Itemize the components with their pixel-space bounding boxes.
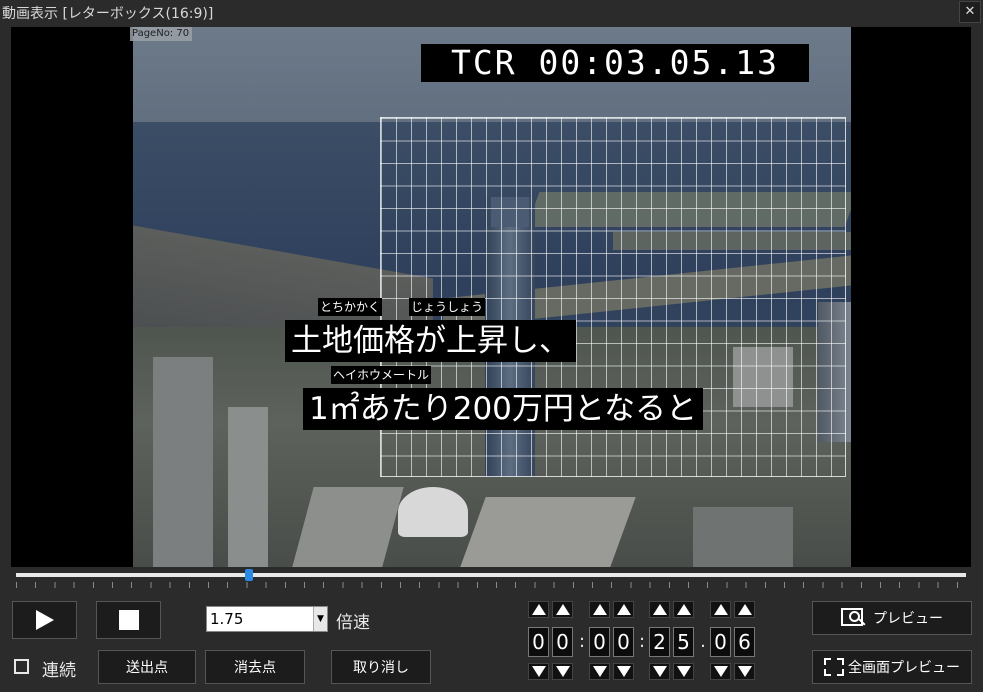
- timecode-separator: :: [578, 631, 586, 652]
- up-arrow-icon[interactable]: [734, 601, 755, 618]
- down-arrow-icon[interactable]: [734, 663, 755, 680]
- fullscreen-preview-button[interactable]: 全画面プレビュー: [812, 650, 972, 684]
- up-arrow-icon[interactable]: [649, 601, 670, 618]
- down-arrow-icon[interactable]: [649, 663, 670, 680]
- seek-ticks: [16, 582, 966, 588]
- up-arrow-icon[interactable]: [552, 601, 573, 618]
- subtitle-line-2: 1㎡あたり200万円となると: [303, 388, 703, 430]
- scene-dome: [398, 487, 468, 537]
- timecode-digit[interactable]: 0: [710, 627, 731, 657]
- up-arrow-icon[interactable]: [673, 601, 694, 618]
- dropdown-arrow-icon[interactable]: ▼: [313, 607, 327, 631]
- video-frame: TCR 00:03.05.13 とちかかく じょうしょう 土地価格が上昇し、 ヘ…: [133, 27, 851, 567]
- timecode-digit[interactable]: 2: [649, 627, 670, 657]
- preview-button[interactable]: プレビュー: [812, 601, 972, 635]
- page-number: PageNo: 70: [130, 27, 192, 41]
- speed-value: 1.75: [210, 610, 244, 628]
- timecode-digit[interactable]: 0: [528, 627, 549, 657]
- timecode-separator: .: [700, 631, 706, 652]
- scene-building: [153, 357, 213, 567]
- down-arrow-icon[interactable]: [552, 663, 573, 680]
- down-arrow-icon[interactable]: [613, 663, 634, 680]
- subtitle-ruby: とちかかく: [318, 298, 383, 316]
- timecode-digit[interactable]: 0: [552, 627, 573, 657]
- scene-building: [693, 507, 793, 567]
- fullscreen-icon: [824, 658, 844, 676]
- up-arrow-icon[interactable]: [589, 601, 610, 618]
- seek-thumb[interactable]: [244, 569, 253, 581]
- down-arrow-icon[interactable]: [710, 663, 731, 680]
- speed-select[interactable]: 1.75 ▼: [206, 606, 328, 632]
- timecode-separator: :: [638, 631, 646, 652]
- up-arrow-icon[interactable]: [528, 601, 549, 618]
- scene-building: [228, 407, 268, 567]
- close-icon: ✕: [964, 4, 976, 19]
- scene-warehouse: [460, 497, 636, 567]
- cancel-button[interactable]: 取り消し: [331, 650, 431, 684]
- send-point-label: 送出点: [126, 660, 168, 676]
- timecode-digit[interactable]: 0: [589, 627, 610, 657]
- window-title: 動画表示 [レターボックス(16:9)]: [2, 6, 214, 22]
- title-bar: 動画表示 [レターボックス(16:9)] ✕: [0, 0, 983, 26]
- timecode-digit[interactable]: 0: [613, 627, 634, 657]
- down-arrow-icon[interactable]: [589, 663, 610, 680]
- play-icon: [35, 610, 54, 630]
- video-display: TCR 00:03.05.13 とちかかく じょうしょう 土地価格が上昇し、 ヘ…: [11, 27, 971, 567]
- play-button[interactable]: [12, 601, 77, 639]
- seek-bar[interactable]: [16, 569, 966, 581]
- subtitle-ruby: じょうしょう: [409, 298, 486, 316]
- up-arrow-icon[interactable]: [613, 601, 634, 618]
- tcr-timecode: TCR 00:03.05.13: [421, 44, 809, 82]
- down-arrow-icon[interactable]: [673, 663, 694, 680]
- preview-magnifier-icon: [841, 608, 869, 628]
- cancel-label: 取り消し: [353, 660, 409, 676]
- up-arrow-icon[interactable]: [710, 601, 731, 618]
- timecode-digit[interactable]: 5: [673, 627, 694, 657]
- stop-icon: [118, 610, 139, 630]
- speed-label: 倍速: [336, 613, 370, 633]
- preview-label: プレビュー: [873, 611, 943, 627]
- subtitle-line-1: 土地価格が上昇し、: [285, 320, 576, 362]
- timecode-digit[interactable]: 6: [734, 627, 755, 657]
- erase-point-button[interactable]: 消去点: [205, 650, 305, 684]
- send-point-button[interactable]: 送出点: [98, 650, 196, 684]
- stop-button[interactable]: [96, 601, 161, 639]
- fullscreen-preview-label: 全画面プレビュー: [848, 660, 960, 676]
- subtitle-ruby: ヘイホウメートル: [331, 366, 432, 384]
- down-arrow-icon[interactable]: [528, 663, 549, 680]
- erase-point-label: 消去点: [234, 660, 276, 676]
- close-button[interactable]: ✕: [959, 1, 981, 23]
- continuous-label: 連続: [42, 661, 76, 681]
- continuous-checkbox[interactable]: [14, 659, 29, 674]
